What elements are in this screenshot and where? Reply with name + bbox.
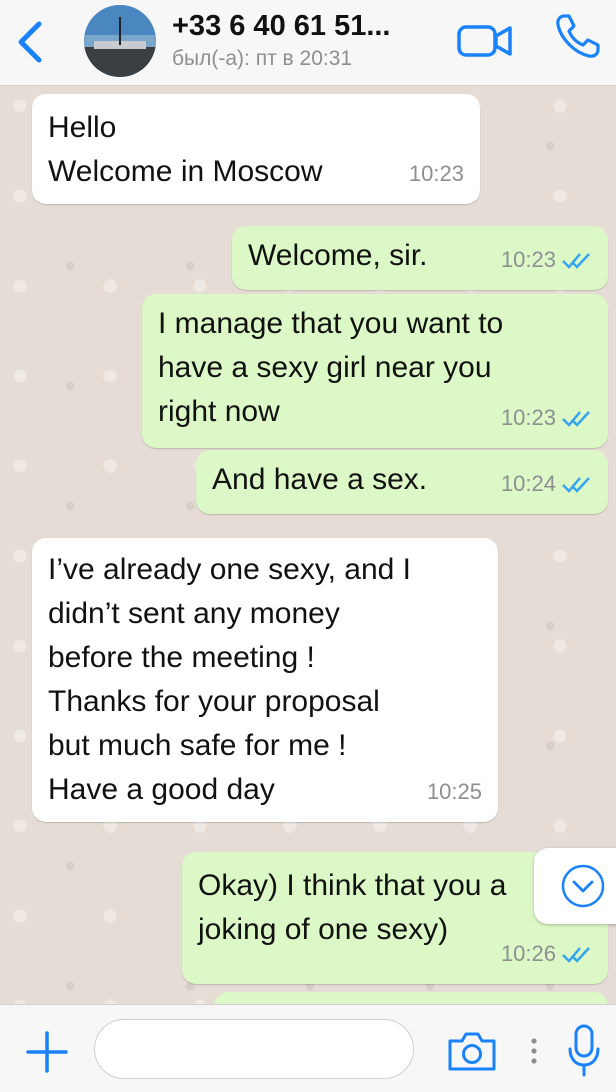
avatar-image: [84, 5, 156, 77]
mic-icon: [568, 1024, 600, 1077]
message-list[interactable]: Hello Welcome in Moscow 10:23 Welcome, s…: [0, 86, 616, 1004]
message-outgoing[interactable]: Welcome, sir. 10:23: [232, 226, 608, 290]
message-outgoing[interactable]: I manage that you want to have a sexy gi…: [142, 294, 608, 448]
message-incoming[interactable]: Hello Welcome in Moscow 10:23: [32, 94, 480, 204]
read-ticks-icon: [562, 253, 590, 269]
message-meta: 10:26: [501, 932, 592, 976]
message-incoming[interactable]: I’ve already one sexy, and I didn’t sent…: [32, 538, 498, 822]
contact-name[interactable]: +33 6 40 61 51...: [172, 10, 442, 43]
read-ticks-icon: [562, 477, 590, 493]
message-input[interactable]: [94, 1019, 414, 1079]
plus-icon: [26, 1031, 68, 1073]
message-time: 10:24: [500, 471, 556, 496]
message-time: 10:23: [408, 161, 464, 186]
message-text: I’ve already one sexy, and I didn’t sent…: [48, 553, 411, 806]
chevron-down-icon: [561, 864, 605, 908]
message-outgoing[interactable]: And have a sex. 10:24: [196, 450, 608, 514]
last-seen-status: был(-а): пт в 20:31: [172, 47, 353, 70]
avatar[interactable]: [84, 5, 156, 77]
read-ticks-icon: [562, 411, 590, 427]
video-camera-icon: [457, 25, 512, 57]
voice-message-button[interactable]: [566, 1023, 602, 1079]
message-composer: [0, 1004, 616, 1092]
message-meta: 10:23: [501, 396, 592, 440]
message-meta: 10:24: [501, 462, 592, 506]
video-call-button[interactable]: [456, 18, 514, 62]
message-time: 10:26: [500, 941, 556, 966]
voice-call-button[interactable]: [552, 12, 602, 62]
camera-icon: [448, 1032, 496, 1071]
message-time: 10:23: [500, 247, 556, 272]
more-options-icon[interactable]: [528, 1033, 540, 1069]
back-button[interactable]: [10, 14, 50, 70]
camera-button[interactable]: [446, 1029, 498, 1073]
message-meta: 10:23: [409, 152, 464, 196]
message-text: Hello Welcome in Moscow: [48, 111, 323, 188]
back-chevron-icon: [18, 21, 42, 63]
read-ticks-icon: [562, 947, 590, 963]
message-time: 10:23: [500, 405, 556, 430]
message-outgoing-partial[interactable]: [214, 992, 608, 1004]
chat-header: +33 6 40 61 51... был(-а): пт в 20:31: [0, 0, 616, 86]
message-meta: 10:23: [501, 238, 592, 282]
scroll-to-bottom-button[interactable]: [534, 848, 616, 924]
message-meta: 10:25: [427, 770, 482, 814]
phone-icon: [556, 14, 600, 58]
message-time: 10:25: [426, 779, 482, 804]
attach-button[interactable]: [24, 1029, 70, 1075]
